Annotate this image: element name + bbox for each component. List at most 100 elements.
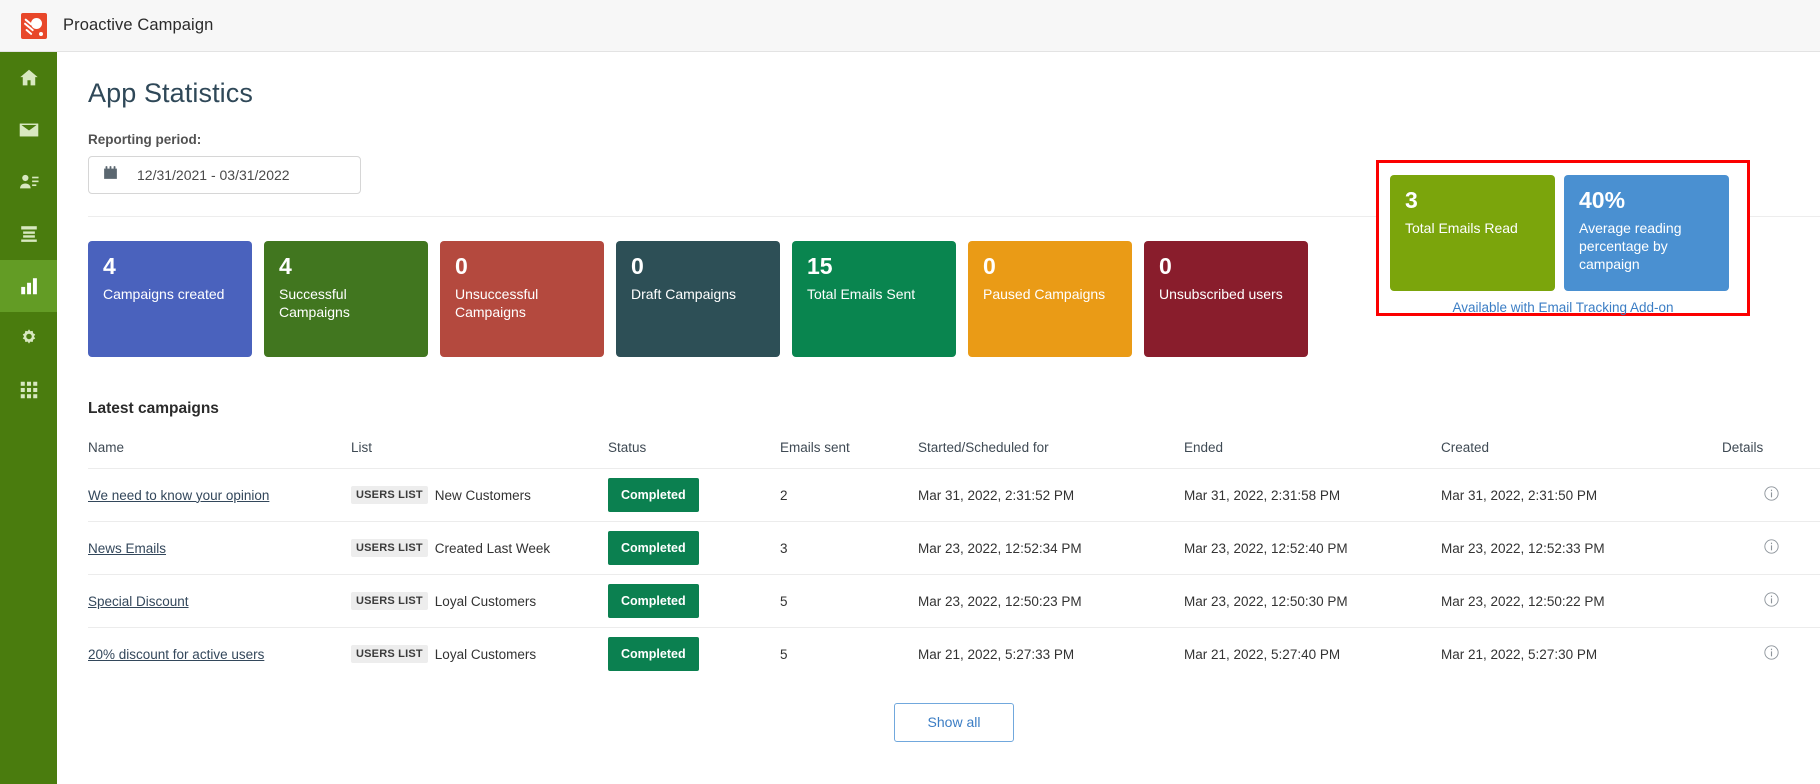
grid-apps-icon [18,379,40,401]
status-badge: Completed [608,478,699,512]
status-badge: Completed [608,637,699,671]
created-value: Mar 31, 2022, 2:31:50 PM [1441,469,1722,522]
list-name: Created Last Week [435,541,550,556]
ended-value: Mar 31, 2022, 2:31:58 PM [1184,469,1441,522]
addon-card-list: 3 Total Emails Read 40% Average reading … [1390,175,1736,291]
sidebar [0,52,57,784]
created-value: Mar 23, 2022, 12:52:33 PM [1441,522,1722,575]
stat-card-draft-campaigns[interactable]: 0 Draft Campaigns [616,241,780,357]
table-row: News Emails USERS LISTCreated Last Week … [88,522,1820,575]
stat-value: 0 [455,254,591,279]
stat-label: Draft Campaigns [631,286,767,304]
info-circle-icon[interactable] [1763,538,1780,558]
users-list-tag: USERS LIST [351,486,428,504]
emails-sent-value: 5 [780,628,918,681]
app-header: Proactive Campaign [0,0,1820,52]
calendar-icon [102,164,119,186]
campaign-name-link[interactable]: News Emails [88,541,166,556]
stat-value: 3 [1405,188,1542,213]
campaigns-table: Name List Status Emails sent Started/Sch… [88,440,1820,681]
stat-card-unsubscribed-users[interactable]: 0 Unsubscribed users [1144,241,1308,357]
stat-card-unsuccessful-campaigns[interactable]: 0 Unsuccessful Campaigns [440,241,604,357]
date-range-input[interactable]: 12/31/2021 - 03/31/2022 [88,156,361,194]
stat-value: 0 [1159,254,1295,279]
stat-label: Paused Campaigns [983,286,1119,304]
sidebar-item-settings[interactable] [0,312,57,364]
stat-card-average-reading-percentage[interactable]: 40% Average reading percentage by campai… [1564,175,1729,291]
email-tracking-addon-highlight: 3 Total Emails Read 40% Average reading … [1376,160,1750,316]
emails-sent-value: 3 [780,522,918,575]
sidebar-item-contacts[interactable] [0,156,57,208]
stat-label: Average reading percentage by campaign [1579,220,1716,273]
show-all-container: Show all [88,703,1820,742]
column-header-name: Name [88,440,351,469]
emails-sent-value: 2 [780,469,918,522]
stat-label: Total Emails Read [1405,220,1542,238]
sidebar-item-statistics[interactable] [0,260,57,312]
reporting-period-label: Reporting period: [88,132,1820,147]
gear-icon [18,327,40,349]
column-header-ended: Ended [1184,440,1441,469]
comet-logo-icon [21,13,47,39]
status-badge: Completed [608,584,699,618]
stat-card-paused-campaigns[interactable]: 0 Paused Campaigns [968,241,1132,357]
campaign-name-link[interactable]: We need to know your opinion [88,488,269,503]
list-name: Loyal Customers [435,594,536,609]
info-circle-icon[interactable] [1763,485,1780,505]
users-list-tag: USERS LIST [351,645,428,663]
campaign-name-link[interactable]: Special Discount [88,594,189,609]
sidebar-item-apps[interactable] [0,364,57,416]
stat-label: Unsubscribed users [1159,286,1295,304]
show-all-button[interactable]: Show all [894,703,1014,742]
stat-label: Campaigns created [103,286,239,304]
email-tracking-addon-link[interactable]: Available with Email Tracking Add-on [1452,300,1673,315]
column-header-emails-sent: Emails sent [780,440,918,469]
list-name: New Customers [435,488,531,503]
users-list-tag: USERS LIST [351,539,428,557]
home-icon [18,67,40,89]
stat-value: 0 [631,254,767,279]
stat-value: 15 [807,254,943,279]
stat-card-campaigns-created[interactable]: 4 Campaigns created [88,241,252,357]
campaign-name-link[interactable]: 20% discount for active users [88,647,264,662]
envelope-icon [18,119,40,141]
stat-value: 4 [103,254,239,279]
stat-value: 4 [279,254,415,279]
latest-campaigns-title: Latest campaigns [88,400,1820,418]
stat-label: Total Emails Sent [807,286,943,304]
list-name: Loyal Customers [435,647,536,662]
ended-value: Mar 23, 2022, 12:52:40 PM [1184,522,1441,575]
emails-sent-value: 5 [780,575,918,628]
started-value: Mar 23, 2022, 12:52:34 PM [918,522,1184,575]
column-header-list: List [351,440,608,469]
sidebar-item-home[interactable] [0,52,57,104]
info-circle-icon[interactable] [1763,644,1780,664]
started-value: Mar 31, 2022, 2:31:52 PM [918,469,1184,522]
info-circle-icon[interactable] [1763,591,1780,611]
stat-value: 40% [1579,188,1716,213]
stat-card-total-emails-read[interactable]: 3 Total Emails Read [1390,175,1555,291]
table-row: Special Discount USERS LIST Loyal Custome… [88,575,1820,628]
stat-card-total-emails-sent[interactable]: 15 Total Emails Sent [792,241,956,357]
app-title: Proactive Campaign [63,16,213,35]
bar-chart-icon [18,275,40,297]
stat-card-successful-campaigns[interactable]: 4 Successful Campaigns [264,241,428,357]
user-list-icon [18,171,40,193]
sidebar-item-emails[interactable] [0,104,57,156]
started-value: Mar 21, 2022, 5:27:33 PM [918,628,1184,681]
created-value: Mar 23, 2022, 12:50:22 PM [1441,575,1722,628]
column-header-started: Started/Scheduled for [918,440,1184,469]
stat-label: Unsuccessful Campaigns [455,286,591,322]
column-header-details: Details [1722,440,1820,469]
ended-value: Mar 21, 2022, 5:27:40 PM [1184,628,1441,681]
created-value: Mar 21, 2022, 5:27:30 PM [1441,628,1722,681]
status-badge: Completed [608,531,699,565]
table-row: 20% discount for active users USERS LIST… [88,628,1820,681]
sidebar-item-lists[interactable] [0,208,57,260]
stat-value: 0 [983,254,1119,279]
column-header-status: Status [608,440,780,469]
date-range-value: 12/31/2021 - 03/31/2022 [137,167,290,183]
users-list-tag: USERS LIST [351,592,428,610]
page-title: App Statistics [88,78,1820,109]
addon-note: Available with Email Tracking Add-on [1390,300,1736,315]
